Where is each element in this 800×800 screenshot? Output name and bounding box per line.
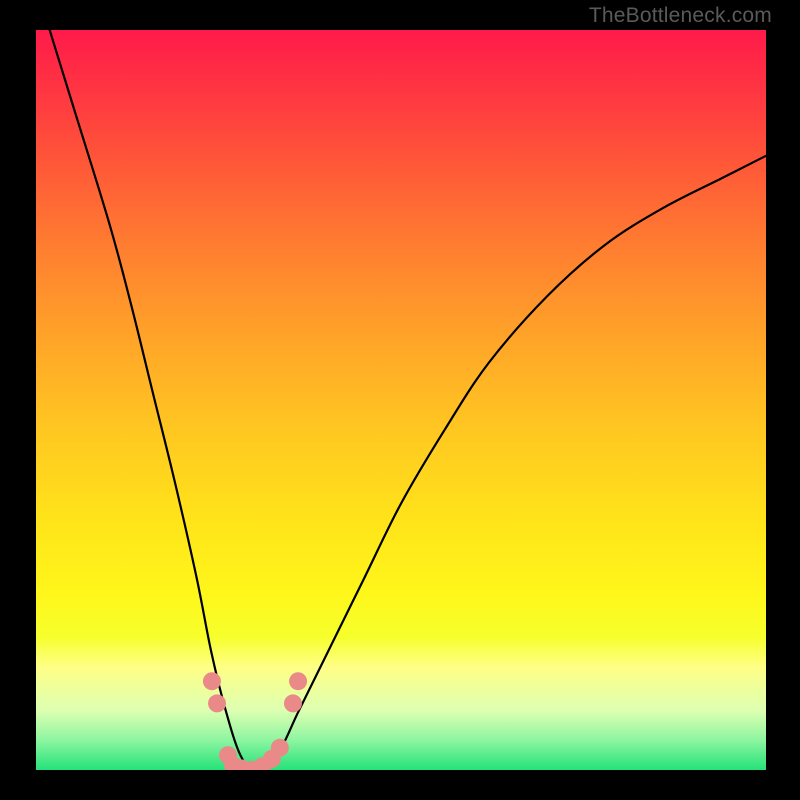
attribution-watermark: TheBottleneck.com — [589, 4, 772, 28]
curve-group — [36, 30, 766, 770]
chart-frame: TheBottleneck.com — [0, 0, 800, 800]
bottleneck-curve — [36, 30, 766, 770]
bottleneck-curve-svg — [36, 30, 766, 770]
curve-marker — [271, 739, 289, 757]
curve-marker — [208, 694, 226, 712]
curve-marker — [284, 694, 302, 712]
curve-marker — [289, 672, 307, 690]
marker-group — [203, 672, 307, 770]
curve-marker — [203, 672, 221, 690]
plot-area — [36, 30, 766, 770]
